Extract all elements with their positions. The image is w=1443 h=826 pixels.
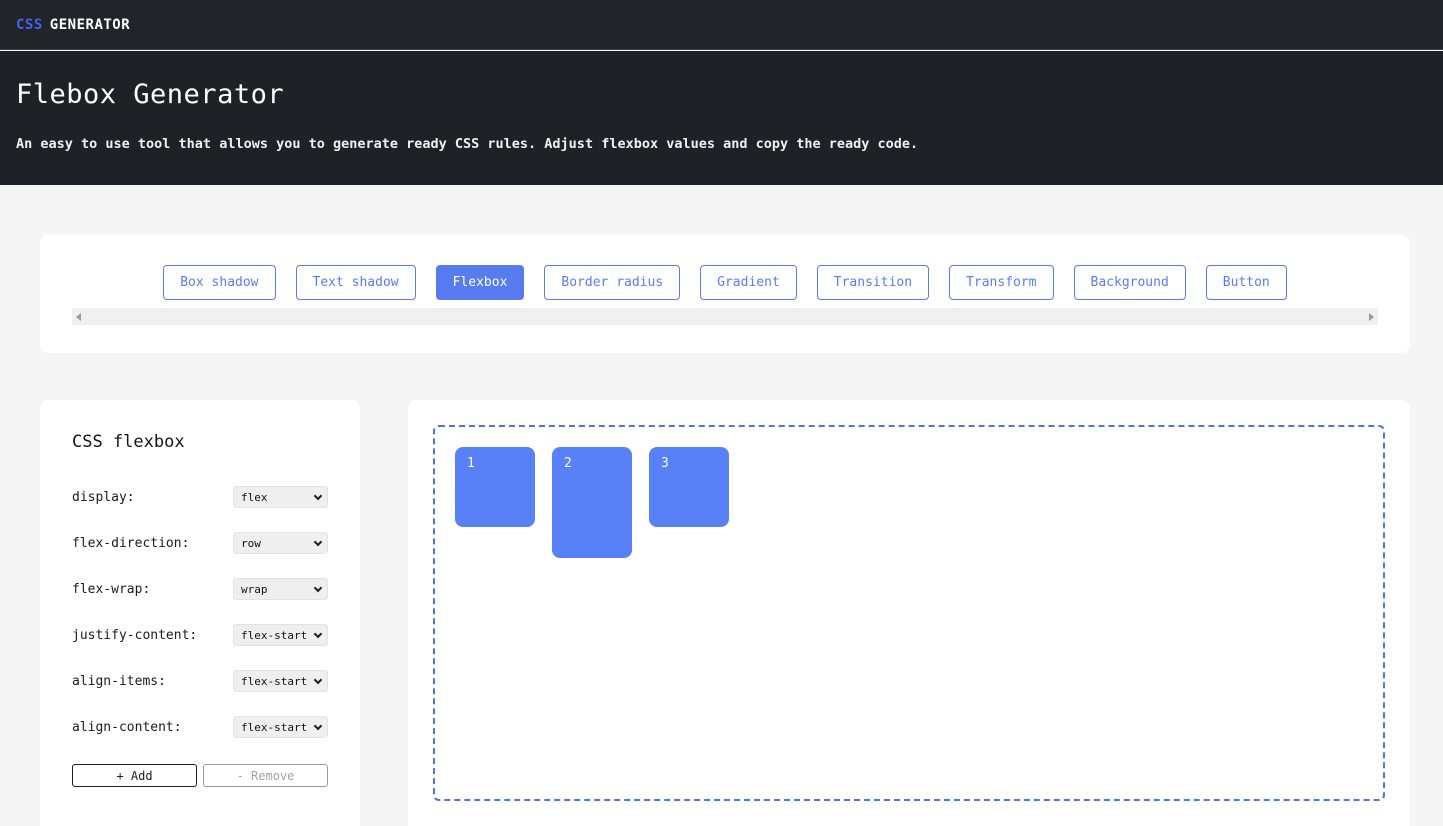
display-select[interactable]: flex <box>233 486 328 508</box>
tab-text-shadow[interactable]: Text shadow <box>296 265 416 300</box>
top-navbar: CSS GENERATOR <box>0 0 1443 50</box>
display-label: display: <box>72 490 135 505</box>
justify-content-label: justify-content: <box>72 628 197 643</box>
flex-direction-select[interactable]: row <box>233 532 328 554</box>
flex-item-1: 1 <box>455 447 535 527</box>
tab-box-shadow[interactable]: Box shadow <box>163 265 275 300</box>
tab-background[interactable]: Background <box>1074 265 1186 300</box>
align-content-label: align-content: <box>72 720 182 735</box>
brand-logo[interactable]: CSS GENERATOR <box>16 17 130 33</box>
panel-title: CSS flexbox <box>72 432 328 452</box>
scroll-right-icon[interactable] <box>1369 313 1374 321</box>
align-items-label: align-items: <box>72 674 166 689</box>
tab-transition[interactable]: Transition <box>817 265 929 300</box>
brand-generator-text: GENERATOR <box>50 17 130 33</box>
tab-border-radius[interactable]: Border radius <box>544 265 680 300</box>
flex-wrap-label: flex-wrap: <box>72 582 150 597</box>
flexbox-settings-panel: CSS flexbox display: flex flex-direction… <box>40 400 360 826</box>
tab-gradient[interactable]: Gradient <box>700 265 797 300</box>
flex-item-3: 3 <box>649 447 729 527</box>
control-row-flex-direction: flex-direction: row <box>72 520 328 566</box>
brand-css-text: CSS <box>16 17 43 33</box>
flex-container-preview: 1 2 3 <box>433 425 1385 801</box>
control-row-flex-wrap: flex-wrap: wrap <box>72 566 328 612</box>
justify-content-select[interactable]: flex-start <box>233 624 328 646</box>
item-count-buttons: + Add - Remove <box>72 764 328 787</box>
control-row-justify-content: justify-content: flex-start <box>72 612 328 658</box>
hero-header: Flebox Generator An easy to use tool tha… <box>0 51 1443 185</box>
tab-flexbox[interactable]: Flexbox <box>436 265 525 300</box>
flex-wrap-select[interactable]: wrap <box>233 578 328 600</box>
flex-wrap-select-wrap: wrap <box>233 578 328 601</box>
flexbox-preview-card: 1 2 3 <box>408 400 1410 826</box>
generator-tabs-card: Box shadow Text shadow Flexbox Border ra… <box>40 235 1410 353</box>
align-items-select[interactable]: flex-start <box>233 670 328 692</box>
display-select-wrap: flex <box>233 486 328 509</box>
page-subtitle: An easy to use tool that allows you to g… <box>16 136 1427 152</box>
control-row-align-items: align-items: flex-start <box>72 658 328 704</box>
tab-button[interactable]: Button <box>1206 265 1287 300</box>
tab-transform[interactable]: Transform <box>949 265 1053 300</box>
scroll-left-icon[interactable] <box>76 313 81 321</box>
control-row-align-content: align-content: flex-start <box>72 704 328 750</box>
page-title: Flebox Generator <box>16 79 1427 110</box>
generator-tabs: Box shadow Text shadow Flexbox Border ra… <box>40 265 1410 300</box>
align-content-select[interactable]: flex-start <box>233 716 328 738</box>
remove-item-button[interactable]: - Remove <box>203 764 328 787</box>
flex-item-2: 2 <box>552 447 632 558</box>
flex-direction-label: flex-direction: <box>72 536 189 551</box>
control-row-display: display: flex <box>72 474 328 520</box>
add-item-button[interactable]: + Add <box>72 764 197 787</box>
tabs-horizontal-scrollbar[interactable] <box>72 308 1378 325</box>
align-items-select-wrap: flex-start <box>233 670 328 693</box>
flex-direction-select-wrap: row <box>233 532 328 555</box>
justify-content-select-wrap: flex-start <box>233 624 328 647</box>
align-content-select-wrap: flex-start <box>233 716 328 739</box>
